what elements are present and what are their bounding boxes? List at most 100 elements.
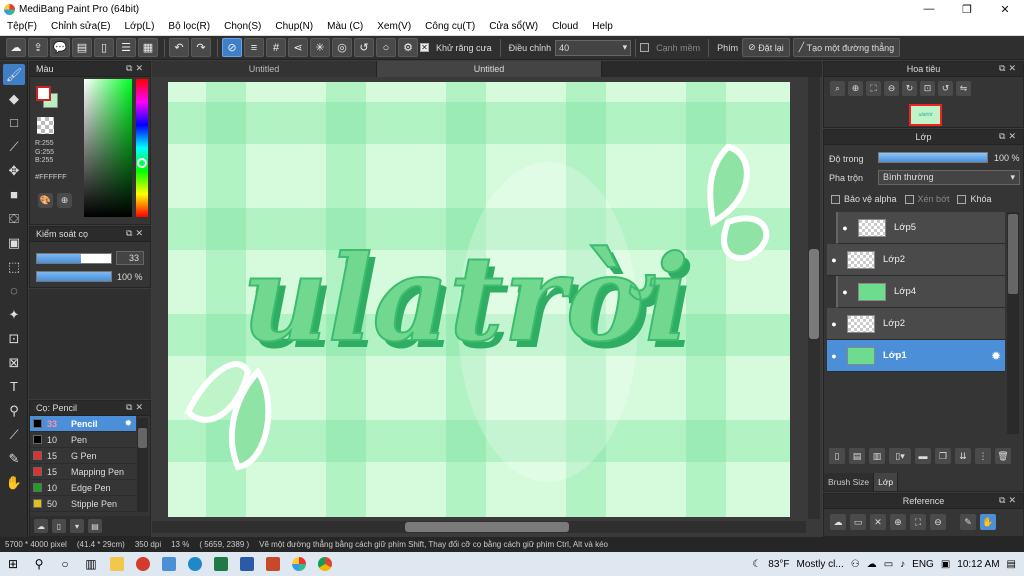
lock-checkbox[interactable] bbox=[957, 194, 967, 204]
hand-icon[interactable]: ✋ bbox=[980, 514, 996, 530]
protect-alpha-option[interactable]: Bảo vệ alpha bbox=[831, 194, 897, 204]
reset-view-icon[interactable]: ⊡ bbox=[920, 81, 935, 96]
app-red-icon[interactable] bbox=[130, 552, 156, 576]
brush-menu-icon[interactable]: ▾ bbox=[70, 519, 84, 533]
panel-controls-icon[interactable]: ⧉✕ bbox=[126, 228, 146, 239]
document-tab[interactable]: Untitled bbox=[152, 61, 377, 77]
antialias-checkbox[interactable]: ✕ bbox=[420, 43, 429, 52]
tray-cloud-icon[interactable]: ☁ bbox=[867, 559, 877, 570]
menu-filter[interactable]: Bộ lọc(R) bbox=[161, 21, 217, 32]
brush-item[interactable]: 15 G Pen bbox=[30, 448, 136, 464]
clip-option[interactable]: Xén bớt bbox=[904, 194, 949, 204]
bucket-tool-icon[interactable]: ⛋ bbox=[3, 208, 25, 229]
zoom-out-icon[interactable]: ⊖ bbox=[930, 514, 946, 530]
cloud-icon[interactable]: ☁ bbox=[6, 38, 26, 57]
brush-item[interactable]: 50 Stipple Pen bbox=[30, 496, 136, 512]
tray-extra-icon[interactable]: ▣ bbox=[941, 559, 950, 570]
menu-cloud[interactable]: Cloud bbox=[545, 21, 585, 32]
adjust-select[interactable]: 40 ▾ bbox=[555, 39, 632, 56]
hue-slider[interactable] bbox=[136, 79, 148, 217]
menu-window[interactable]: Cửa sổ(W) bbox=[482, 21, 545, 32]
select-eraser-tool-icon[interactable]: ⊠ bbox=[3, 352, 25, 373]
reset-button[interactable]: ⊘ Đặt lại bbox=[742, 38, 790, 57]
cloud-icon[interactable]: ☁ bbox=[830, 514, 846, 530]
weather-desc[interactable]: Mostly cl... bbox=[797, 559, 844, 570]
visibility-eye-icon[interactable]: ● bbox=[838, 223, 852, 233]
gear-icon[interactable]: ✹ bbox=[124, 418, 132, 429]
snap-off-icon[interactable]: ⊘ bbox=[222, 38, 242, 57]
layer-row[interactable]: ● Lớp2 bbox=[827, 244, 1005, 276]
brush-list-scrollbar[interactable] bbox=[137, 418, 148, 512]
blend-mode-select[interactable]: Bình thường ▾ bbox=[878, 170, 1020, 185]
new-brush-icon[interactable]: ▯ bbox=[52, 519, 66, 533]
document-tab-active[interactable]: Untitled bbox=[377, 61, 602, 77]
layer-row[interactable]: ● Lớp5 bbox=[836, 212, 1005, 244]
snap-circle-icon[interactable]: ○ bbox=[376, 38, 396, 57]
excel-icon[interactable] bbox=[208, 552, 234, 576]
tab-brush-size[interactable]: Brush Size bbox=[824, 473, 875, 491]
brush-item[interactable]: 10 Edge Pen bbox=[30, 480, 136, 496]
snap-settings-icon[interactable]: ⚙ bbox=[398, 38, 418, 57]
gradient-tool-icon[interactable]: ▣ bbox=[3, 232, 25, 253]
eyedropper-icon[interactable]: ✎ bbox=[960, 514, 976, 530]
tab-layer[interactable]: Lớp bbox=[874, 473, 899, 491]
snap-grid-icon[interactable]: # bbox=[266, 38, 286, 57]
layer-row-selected[interactable]: ● Lớp1 ✹ bbox=[827, 340, 1005, 372]
snap-concentric-icon[interactable]: ◎ bbox=[332, 38, 352, 57]
snap-radial-icon[interactable]: ✳ bbox=[310, 38, 330, 57]
protect-alpha-checkbox[interactable] bbox=[831, 194, 840, 204]
new-layer-icon[interactable]: ▯ bbox=[829, 448, 845, 464]
close-icon[interactable]: ✕ bbox=[870, 514, 886, 530]
redo-icon[interactable]: ↷ bbox=[191, 38, 211, 57]
menu-layer[interactable]: Lớp(L) bbox=[118, 21, 162, 32]
snap-curve-icon[interactable]: ↺ bbox=[354, 38, 374, 57]
new-8bit-layer-icon[interactable]: ▥ bbox=[869, 448, 885, 464]
brush-size-slider[interactable] bbox=[36, 253, 112, 264]
chat-icon[interactable]: 💬 bbox=[50, 38, 70, 57]
saturation-value-picker[interactable] bbox=[84, 79, 132, 217]
scrollbar-thumb[interactable] bbox=[405, 522, 569, 532]
delete-layer-icon[interactable]: 🗑 bbox=[995, 448, 1011, 464]
maximize-button[interactable]: ❐ bbox=[948, 0, 986, 18]
gear-icon[interactable]: ✹ bbox=[991, 349, 1001, 363]
panel-controls-icon[interactable]: ⧉✕ bbox=[126, 402, 146, 413]
edge-checkbox[interactable] bbox=[640, 43, 650, 52]
panel-list-icon[interactable]: ☰ bbox=[116, 38, 136, 57]
open-folder-icon[interactable]: ▭ bbox=[850, 514, 866, 530]
minimize-button[interactable]: — bbox=[910, 0, 948, 18]
new-halftone-layer-icon[interactable]: ▤ bbox=[849, 448, 865, 464]
word-icon[interactable] bbox=[234, 552, 260, 576]
weather-temp[interactable]: 83°F bbox=[768, 559, 789, 570]
move-tool-icon[interactable]: ✥ bbox=[3, 160, 25, 181]
visibility-eye-icon[interactable]: ● bbox=[827, 351, 841, 361]
text-tool-icon[interactable]: T bbox=[3, 376, 25, 397]
edge-browser-icon[interactable] bbox=[182, 552, 208, 576]
add-layer-menu-icon[interactable]: ▯▾ bbox=[889, 448, 911, 464]
tray-people-icon[interactable]: ⚇ bbox=[851, 559, 860, 570]
dot-tool-icon[interactable]: ⟋ bbox=[3, 136, 25, 157]
cortana-icon[interactable]: ○ bbox=[52, 552, 78, 576]
fit-icon[interactable]: ⛶ bbox=[910, 514, 926, 530]
scrollbar-thumb[interactable] bbox=[138, 428, 147, 448]
layer-opacity-slider[interactable] bbox=[878, 152, 988, 163]
lasso-tool-icon[interactable]: ◌ bbox=[3, 280, 25, 301]
canvas-vertical-scrollbar[interactable] bbox=[808, 77, 820, 519]
select-tool-icon[interactable]: ⬚ bbox=[3, 256, 25, 277]
rotate-left-icon[interactable]: ↺ bbox=[938, 81, 953, 96]
clock-time[interactable]: 10:12 AM bbox=[957, 559, 999, 570]
visibility-eye-icon[interactable]: ● bbox=[827, 255, 841, 265]
divide-tool-icon[interactable]: ⟋ bbox=[3, 424, 25, 445]
canvas-horizontal-scrollbar[interactable] bbox=[152, 521, 806, 533]
zoom-fit-icon[interactable]: ⌕ bbox=[830, 81, 845, 96]
visibility-eye-icon[interactable]: ● bbox=[838, 287, 852, 297]
tray-network-icon[interactable]: ▭ bbox=[884, 559, 893, 570]
tile-icon[interactable]: ▦ bbox=[138, 38, 158, 57]
snap-parallel-icon[interactable]: ≡ bbox=[244, 38, 264, 57]
menu-view[interactable]: Xem(V) bbox=[370, 21, 418, 32]
eraser-tool-icon[interactable]: ◆ bbox=[3, 88, 25, 109]
menu-select[interactable]: Chọn(S) bbox=[217, 21, 268, 32]
monitor-icon[interactable] bbox=[156, 552, 182, 576]
search-icon[interactable]: ⚲ bbox=[26, 552, 52, 576]
eyedropper-tool-icon[interactable]: ✎ bbox=[3, 448, 25, 469]
layer-list-scrollbar[interactable] bbox=[1007, 212, 1019, 434]
